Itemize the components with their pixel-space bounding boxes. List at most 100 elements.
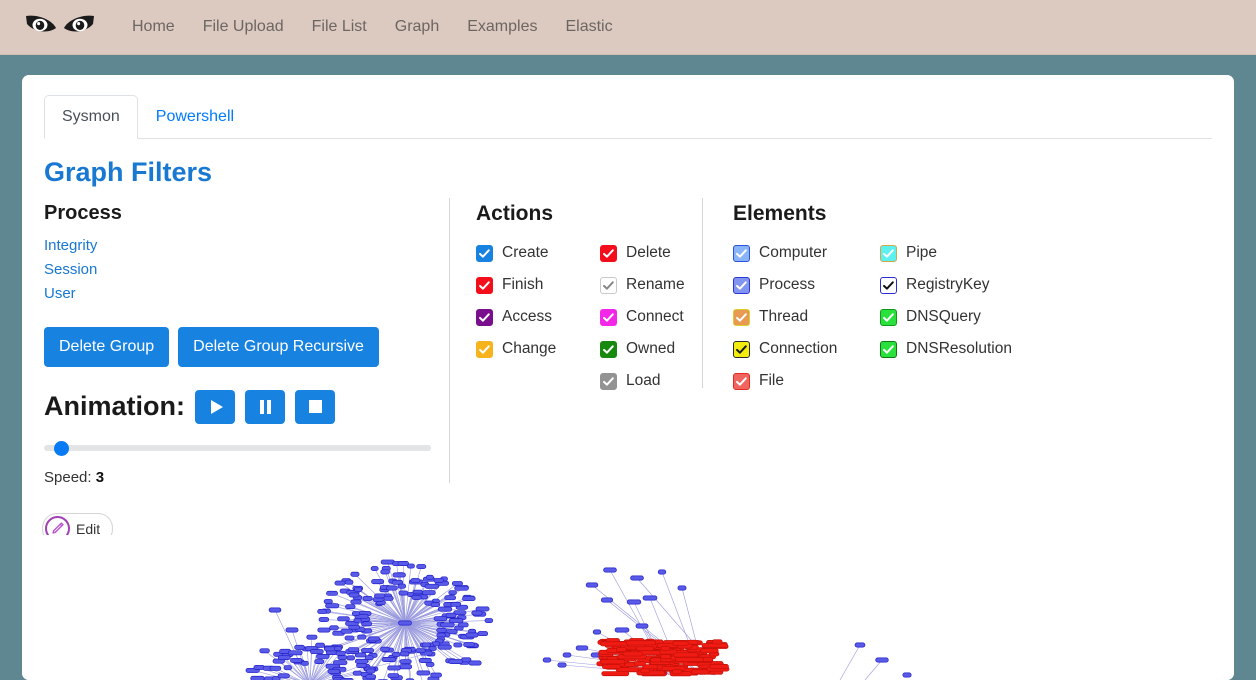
stop-icon (308, 400, 322, 414)
process-link-user[interactable]: User (44, 282, 76, 306)
element-label-pipe: Pipe (906, 244, 938, 262)
tab-powershell[interactable]: Powershell (138, 95, 252, 139)
tab-bar: Sysmon Powershell (44, 95, 1212, 139)
page-title: Graph Filters (44, 157, 213, 187)
delete-group-recursive-button[interactable]: Delete Group Recursive (178, 327, 379, 367)
checkbox-owned-icon[interactable] (600, 341, 617, 359)
animation-speed-slider[interactable] (44, 440, 431, 456)
graph-svg (245, 559, 912, 680)
actions-left-list: Create Finish Access Change (476, 238, 600, 398)
element-checkbox-dnsquery[interactable]: DNSQuery (880, 302, 1012, 334)
animation-pause-button[interactable] (245, 389, 285, 424)
speed-readout: Speed: 3 (44, 469, 439, 486)
animation-controls: Animation: (44, 389, 439, 424)
process-heading: Process (44, 202, 122, 225)
play-icon (210, 399, 223, 414)
element-checkbox-thread[interactable]: Thread (733, 302, 880, 334)
checkbox-connection-icon[interactable] (733, 341, 750, 359)
checkbox-create-icon[interactable] (476, 245, 493, 263)
checkbox-pipe-icon[interactable] (880, 245, 897, 263)
checkbox-dnsresolution-icon[interactable] (880, 341, 897, 359)
animation-play-button[interactable] (195, 389, 235, 424)
action-label-finish: Finish (502, 276, 544, 294)
element-checkbox-file[interactable]: File (733, 366, 880, 398)
page-body: Sysmon Powershell Graph Filters Process … (0, 55, 1256, 680)
animation-label: Animation: (44, 391, 185, 422)
action-checkbox-finish[interactable]: Finish (476, 270, 600, 302)
checkbox-connect-icon[interactable] (600, 309, 617, 327)
nav-link-home[interactable]: Home (118, 11, 189, 42)
elements-left-list: Computer Process Thread Connection File (733, 238, 880, 398)
element-label-thread: Thread (759, 308, 809, 326)
action-label-access: Access (502, 308, 552, 326)
action-label-owned: Owned (626, 340, 676, 358)
checkbox-change-icon[interactable] (476, 341, 493, 359)
action-checkbox-load[interactable]: Load (600, 366, 685, 398)
nav-link-file-list[interactable]: File List (298, 11, 381, 42)
element-checkbox-computer[interactable]: Computer (733, 238, 880, 270)
element-label-registrykey: RegistryKey (906, 276, 990, 294)
elements-heading: Elements (733, 202, 827, 226)
action-label-change: Change (502, 340, 557, 358)
nav-link-elastic[interactable]: Elastic (551, 11, 626, 42)
checkbox-thread-icon[interactable] (733, 309, 750, 327)
element-checkbox-registrykey[interactable]: RegistryKey (880, 270, 1012, 302)
checkbox-dnsquery-icon[interactable] (880, 309, 897, 327)
speed-value: 3 (95, 468, 105, 486)
checkbox-registrykey-icon[interactable] (880, 277, 897, 295)
element-label-dnsresolution: DNSResolution (906, 340, 1012, 358)
slider-track (44, 444, 431, 451)
actions-heading: Actions (476, 202, 554, 226)
tab-sysmon[interactable]: Sysmon (44, 95, 138, 139)
elements-column: Elements Computer Process Thread Connection… (703, 194, 1212, 397)
nav-link-examples[interactable]: Examples (453, 11, 551, 42)
action-checkbox-connect[interactable]: Connect (600, 302, 685, 334)
action-label-delete: Delete (626, 244, 671, 262)
checkbox-process-icon[interactable] (733, 277, 750, 295)
action-checkbox-owned[interactable]: Owned (600, 334, 685, 366)
element-label-process: Process (759, 276, 815, 294)
checkbox-load-icon[interactable] (600, 373, 617, 391)
nav-link-graph[interactable]: Graph (381, 11, 453, 42)
pause-icon (259, 399, 271, 414)
action-label-load: Load (626, 372, 661, 390)
action-label-connect: Connect (626, 308, 684, 326)
element-checkbox-connection[interactable]: Connection (733, 334, 880, 366)
slider-thumb[interactable] (54, 440, 69, 456)
element-checkbox-pipe[interactable]: Pipe (880, 238, 1012, 270)
network-graph-canvas[interactable] (22, 535, 1234, 680)
owl-eyes-logo[interactable] (24, 10, 96, 44)
checkbox-file-icon[interactable] (733, 373, 750, 391)
checkbox-delete-icon[interactable] (600, 245, 617, 263)
process-column: Process Integrity Session User Delete Gr… (44, 194, 449, 486)
checkbox-access-icon[interactable] (476, 309, 493, 327)
action-checkbox-change[interactable]: Change (476, 334, 600, 366)
delete-group-button[interactable]: Delete Group (44, 327, 170, 367)
element-checkbox-process[interactable]: Process (733, 270, 880, 302)
content-card: Sysmon Powershell Graph Filters Process … (22, 75, 1234, 680)
action-label-create: Create (502, 244, 549, 262)
element-label-dnsquery: DNSQuery (906, 308, 981, 326)
checkbox-finish-icon[interactable] (476, 277, 493, 295)
filters-row: Process Integrity Session User Delete Gr… (44, 194, 1212, 486)
checkbox-rename-icon[interactable] (600, 277, 617, 295)
action-checkbox-create[interactable]: Create (476, 238, 600, 270)
animation-stop-button[interactable] (295, 389, 335, 424)
action-checkbox-rename[interactable]: Rename (600, 270, 685, 302)
elements-right-list: Pipe RegistryKey DNSQuery DNSResolution (880, 238, 1012, 398)
process-link-session[interactable]: Session (44, 258, 97, 282)
element-label-file: File (759, 372, 784, 390)
actions-right-list: Delete Rename Connect Owned Load (600, 238, 685, 398)
element-label-connection: Connection (759, 340, 838, 358)
top-navbar: Home File Upload File List Graph Example… (0, 0, 1256, 55)
checkbox-computer-icon[interactable] (733, 245, 750, 263)
action-checkbox-delete[interactable]: Delete (600, 238, 685, 270)
action-label-rename: Rename (626, 276, 685, 294)
group-buttons: Delete Group Delete Group Recursive (44, 327, 439, 367)
element-checkbox-dnsresolution[interactable]: DNSResolution (880, 334, 1012, 366)
action-checkbox-access[interactable]: Access (476, 302, 600, 334)
process-link-integrity[interactable]: Integrity (44, 234, 97, 258)
element-label-computer: Computer (759, 244, 828, 262)
speed-label: Speed: (44, 468, 92, 486)
nav-link-file-upload[interactable]: File Upload (189, 11, 298, 42)
